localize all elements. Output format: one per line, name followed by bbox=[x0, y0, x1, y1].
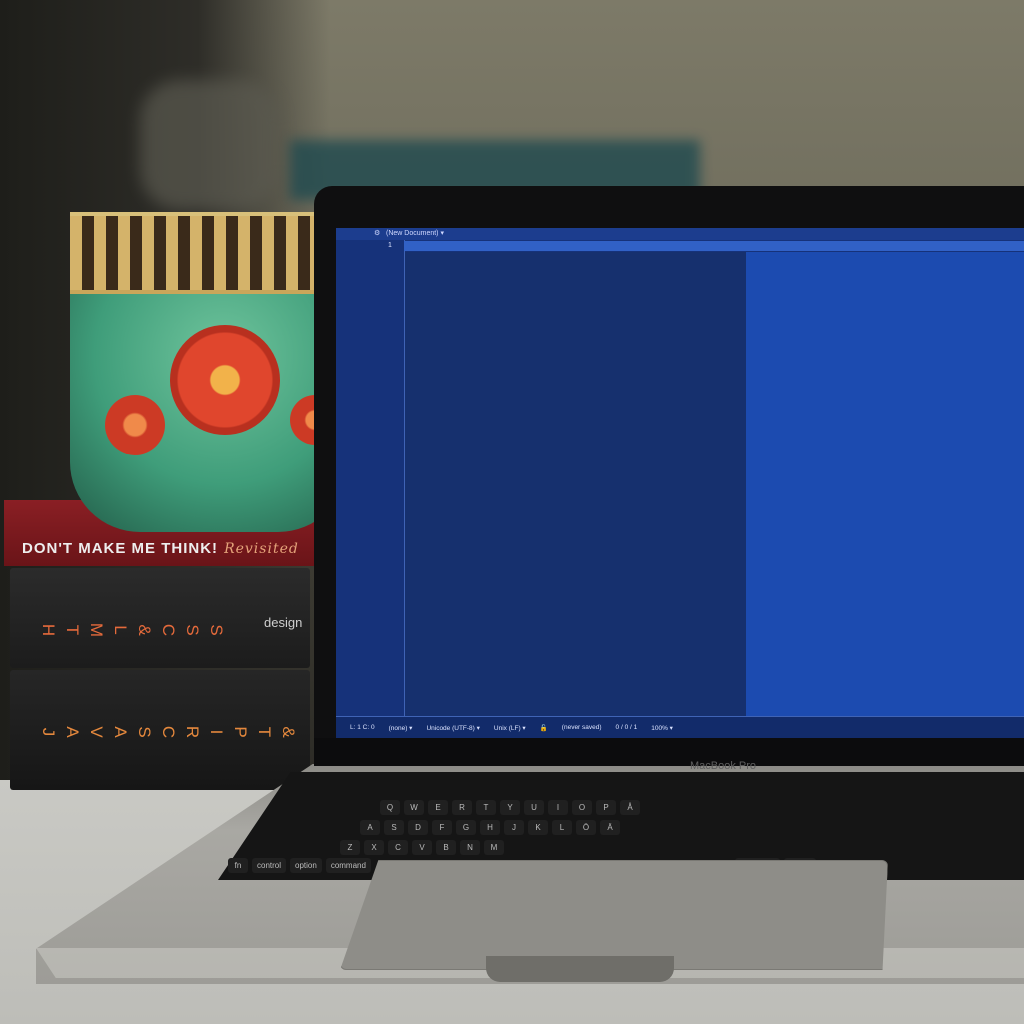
laptop-brand-label: MacBook Pro bbox=[690, 760, 757, 772]
save-status: (never saved) bbox=[561, 724, 602, 731]
current-line-highlight bbox=[404, 241, 1024, 251]
screen-bezel bbox=[314, 738, 1024, 766]
zoom-menu[interactable]: 100% ▾ bbox=[651, 724, 673, 732]
javascript-book-title: J A V A S C R I P T & bbox=[39, 725, 298, 739]
syntax-menu[interactable]: (none) ▾ bbox=[389, 724, 413, 732]
red-book-title: DON'T MAKE ME THINK! Revisited bbox=[22, 540, 299, 557]
laptop-screen: ⚙ (New Document) ▾ 1 L: 1 C: 0 (none) ▾ … bbox=[336, 228, 1024, 738]
line-number-gutter bbox=[368, 240, 405, 718]
cup-gold-rim bbox=[70, 212, 348, 294]
line-number: 1 bbox=[388, 242, 392, 249]
cup-flower-motif-small bbox=[105, 395, 165, 455]
gear-icon[interactable]: ⚙ bbox=[374, 229, 380, 237]
red-book-subtitle: Revisited bbox=[224, 541, 299, 557]
trackpad bbox=[340, 860, 888, 970]
keyboard-row-1: QWERTYUIOPÅ bbox=[380, 800, 640, 815]
status-bar: L: 1 C: 0 (none) ▾ Unicode (UTF-8) ▾ Uni… bbox=[336, 716, 1024, 738]
document-stats: 0 / 0 / 1 bbox=[615, 724, 638, 731]
cup-flower-motif bbox=[170, 325, 280, 435]
keyboard-row-3: ZXCVBNM bbox=[340, 840, 504, 855]
document-title[interactable]: (New Document) ▾ bbox=[386, 229, 444, 237]
background-object bbox=[140, 80, 280, 210]
html-css-book-title: H T M L & C S S bbox=[39, 622, 226, 638]
editor-area-lit bbox=[746, 252, 1024, 716]
html-css-book-word: design bbox=[264, 615, 303, 630]
lock-icon[interactable]: 🔓 bbox=[540, 724, 548, 732]
lid-notch bbox=[486, 956, 674, 982]
line-endings-menu[interactable]: Unix (LF) ▾ bbox=[494, 724, 526, 732]
encoding-menu[interactable]: Unicode (UTF-8) ▾ bbox=[426, 724, 479, 732]
editor-text-area[interactable] bbox=[405, 252, 765, 716]
keyboard-row-2: ASDFGHJKLÖÄ bbox=[360, 820, 620, 835]
cursor-position[interactable]: L: 1 C: 0 bbox=[350, 724, 375, 731]
editor-title-bar: ⚙ (New Document) ▾ bbox=[336, 228, 1024, 240]
